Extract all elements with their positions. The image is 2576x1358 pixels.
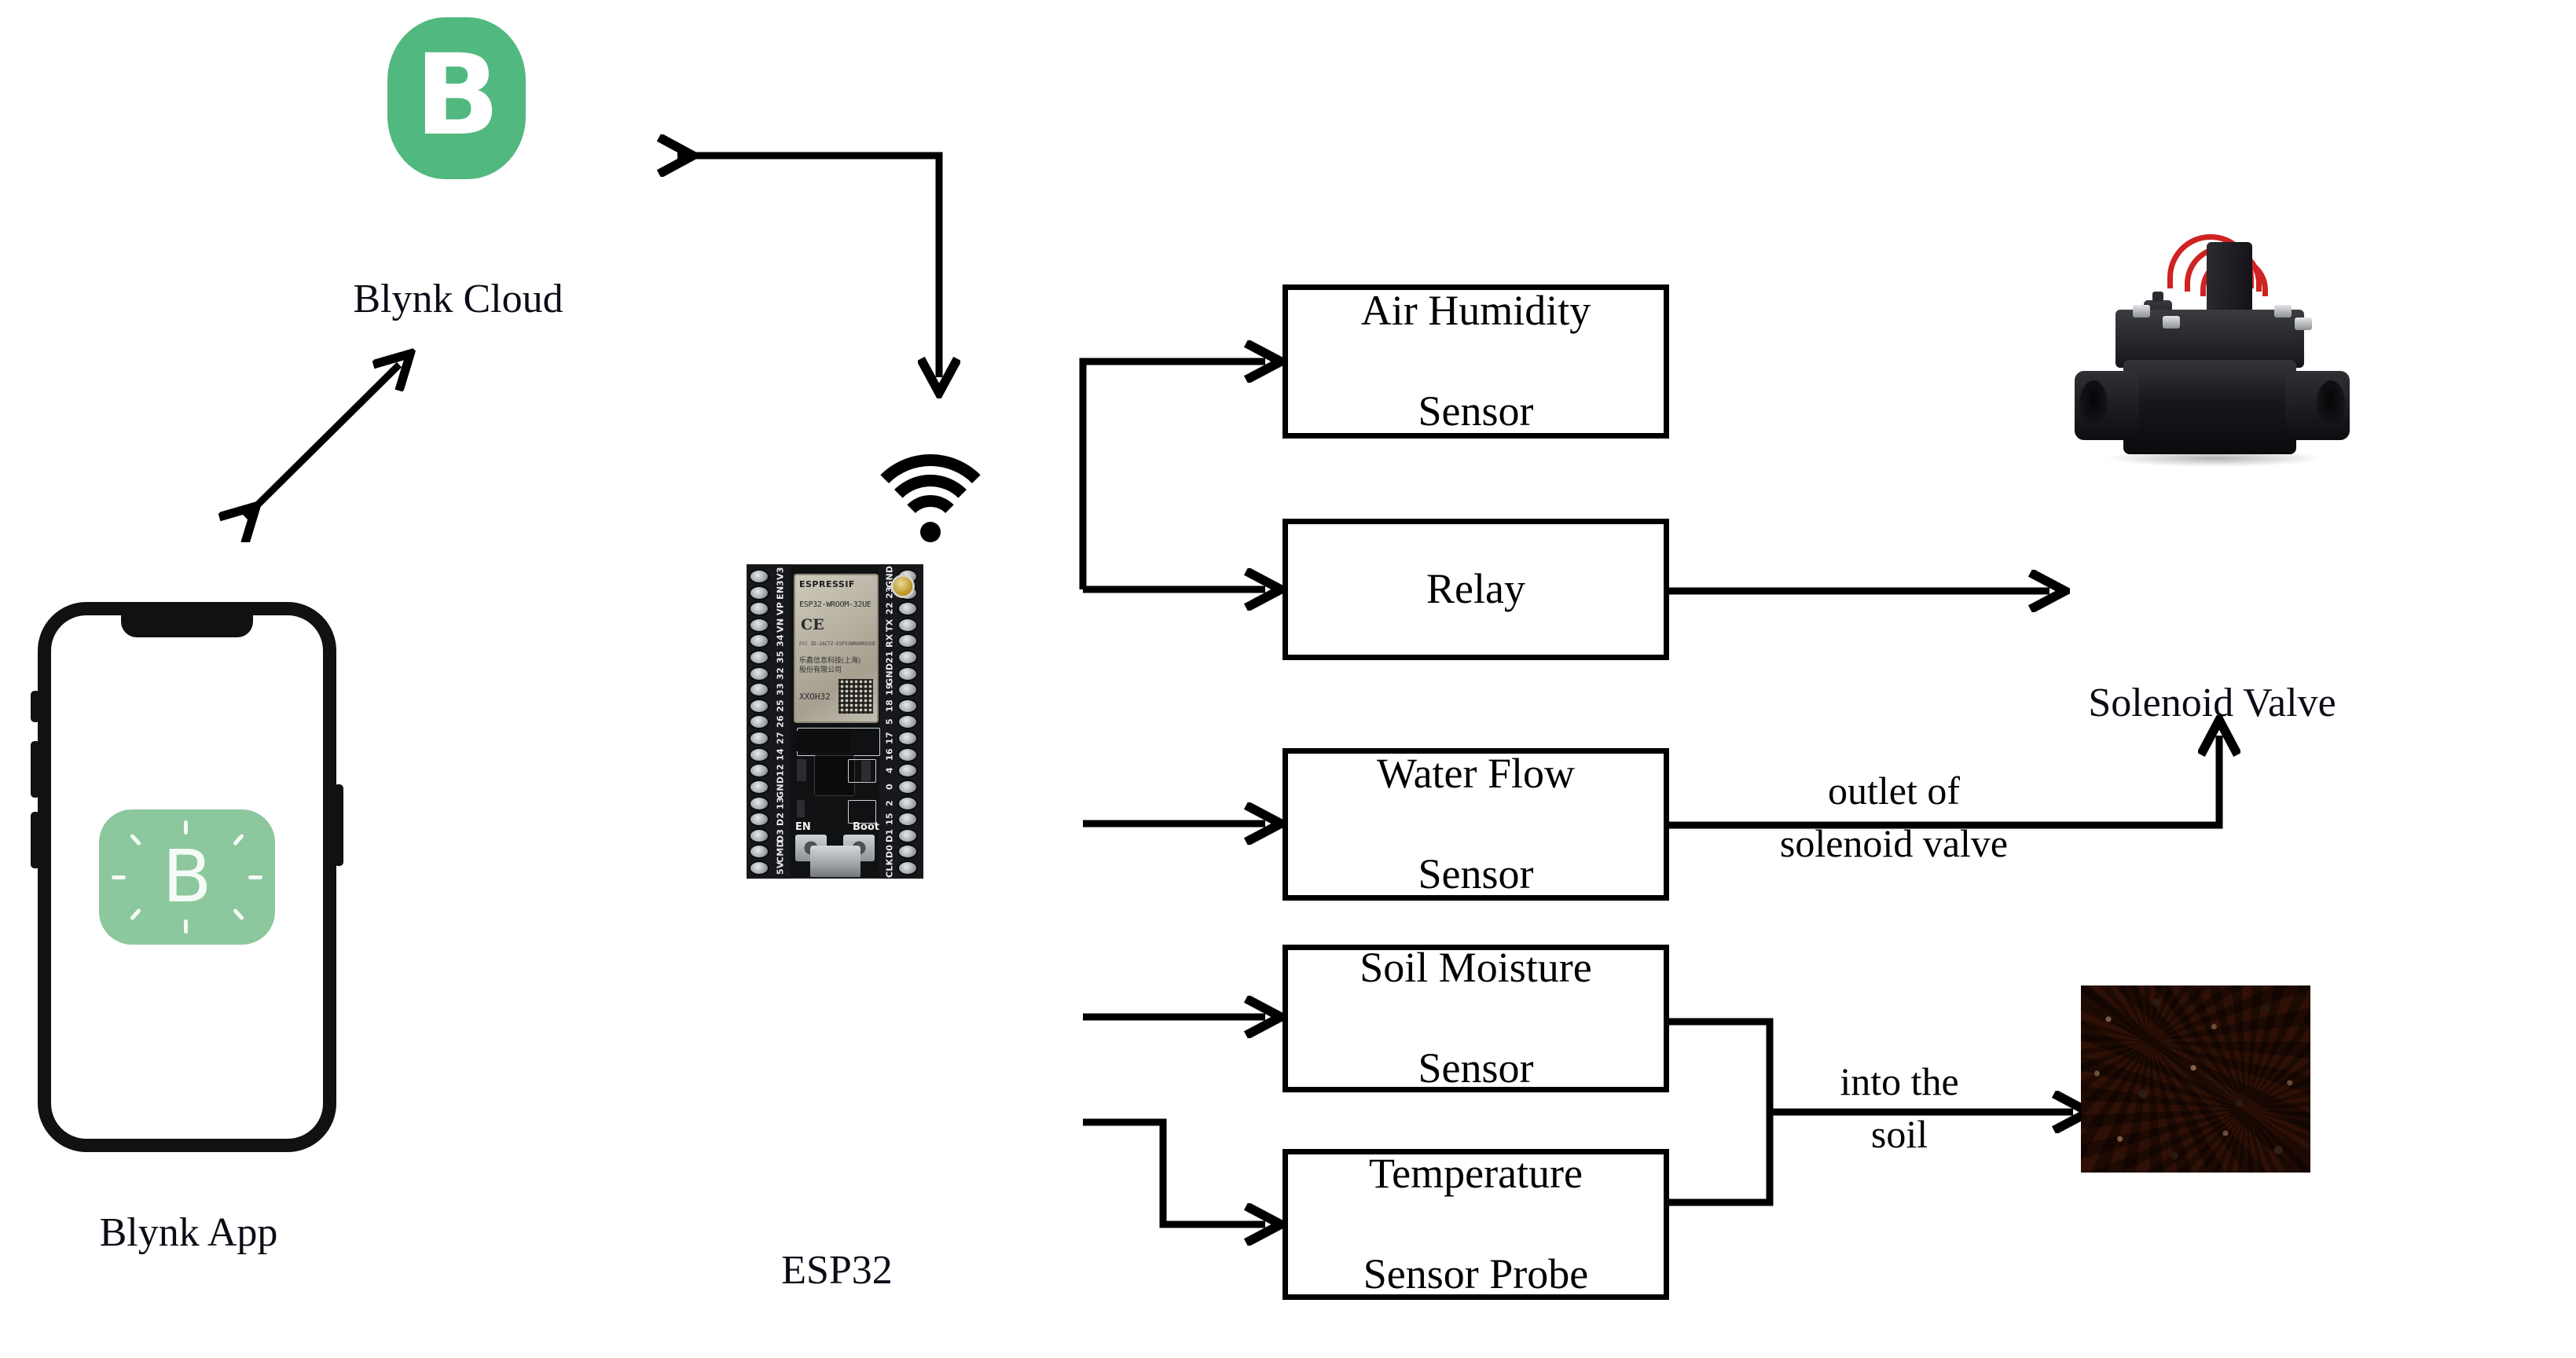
into-the-soil-label: into the soil (1840, 1059, 1959, 1156)
espressif-brand-text: ESPRESSIF (799, 579, 855, 589)
ufl-antenna-connector (894, 577, 912, 596)
ce-mark-icon: CE (801, 616, 824, 633)
relay-to-valve-arrow (1668, 550, 2089, 637)
solenoid-valve-label: Solenoid Valve (2088, 681, 2336, 725)
solenoid-valve-photo (2075, 234, 2350, 472)
blynk-app-logo-letter: B (162, 835, 212, 919)
valve-outlet-port (2285, 371, 2350, 440)
module-serial-text: XXOH32 (799, 692, 831, 702)
blynk-app-phone: B (31, 602, 343, 1152)
temperature-sensor-probe-box[interactable]: Temperature Sensor Probe (1282, 1149, 1669, 1300)
module-part-number: ESP32-WROOM-32UE (799, 600, 872, 609)
valve-bonnet (2115, 310, 2304, 368)
esp32-boot-button-label: Boot (853, 821, 879, 833)
blynk-app-splash-icon: B (99, 809, 275, 945)
micro-usb-port[interactable] (809, 846, 861, 877)
valve-inlet-port (2075, 371, 2139, 440)
blynk-cloud-logo-icon: B (387, 17, 526, 179)
soil-photo (2081, 985, 2310, 1173)
relay-box[interactable]: Relay (1282, 519, 1669, 660)
esp32-right-pin-pads (899, 571, 919, 874)
phone-volume-down-button[interactable] (31, 812, 40, 868)
blynk-cloud-logo-letter: B (414, 31, 500, 160)
esp32-en-button-label: EN (795, 821, 811, 833)
module-cjk-text: 乐鑫信息科技(上海) 股份有限公司 (799, 656, 861, 674)
water-flow-sensor-box[interactable]: Water Flow Sensor (1282, 748, 1669, 901)
voltage-regulator (795, 731, 850, 751)
phone-silent-switch[interactable] (31, 691, 40, 722)
esp32-wroom-module: ESPRESSIF ESP32-WROOM-32UE CE FCC ID:2AC… (794, 574, 879, 723)
diagram-canvas: B Blynk Cloud B Blynk App 3V3 EN VP VN 3… (0, 0, 2576, 1358)
qr-code-icon (838, 679, 873, 714)
esp32-left-pin-labels: 3V3 EN VP VN 34 35 32 33 25 26 27 14 12 GND 13 D… (775, 567, 786, 875)
esp32-right-pin-labels: GND 23 22 TX RX 21 GND 19 18 5 17 16 40 2 15 D1… (884, 565, 895, 878)
phone-notch (121, 614, 253, 637)
phone-power-button[interactable] (334, 784, 343, 866)
outlet-of-solenoid-valve-label: outlet of solenoid valve (1779, 769, 2009, 865)
valve-body (2123, 360, 2296, 454)
soil-moisture-sensor-box[interactable]: Soil Moisture Sensor (1282, 944, 1669, 1092)
air-humidity-sensor-box[interactable]: Air Humidity Sensor (1282, 284, 1669, 439)
esp32-left-pin-pads (750, 571, 771, 874)
phone-volume-up-button[interactable] (31, 741, 40, 798)
blynk-app-label: Blynk App (99, 1210, 278, 1255)
app-cloud-bidirectional-arrow (196, 306, 448, 542)
esp32-sensor-fanout-connectors (1079, 330, 1297, 1257)
fcc-id-text: FCC ID:2ACTZ-ESP32WROOM32UE (799, 641, 876, 647)
esp32-board: 3V3 EN VP VN 34 35 32 33 25 26 27 14 12 GND 13 D… (747, 564, 923, 879)
valve-solenoid-coil (2207, 242, 2252, 317)
